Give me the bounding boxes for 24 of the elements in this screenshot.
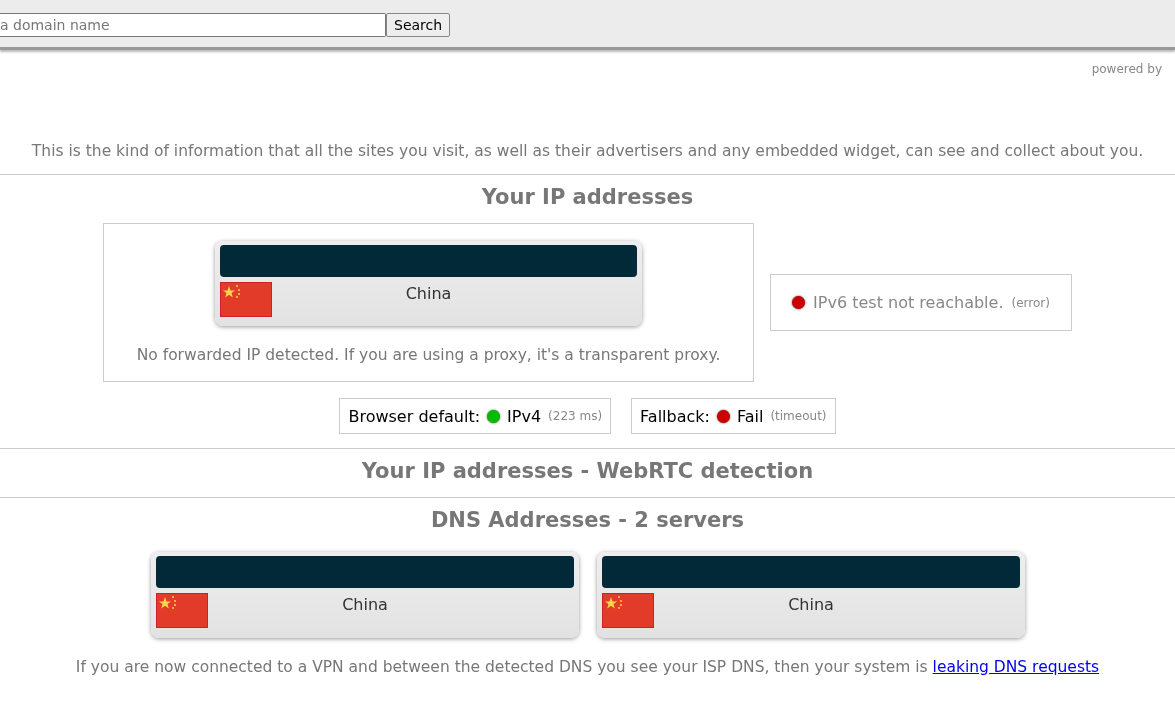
ipv6-detail: (error) (1011, 295, 1050, 310)
china-flag-icon (220, 282, 272, 317)
forwarded-note: No forwarded IP detected. If you are using a proxy, it's a transparent proxy. (136, 346, 721, 364)
intro-text: This is the kind of information that all the sites you visit, as well as their advertisers and any embedded widget, can see and collect about you. (30, 142, 1145, 160)
protocol-label: Browser default: (348, 406, 481, 426)
dns-leak-note: If you are now connected to a VPN and between the detected DNS you see your ISP DNS, then your system is (75, 658, 928, 676)
search-button[interactable]: Search (386, 13, 451, 37)
protocol-label: Fallback: (640, 406, 710, 426)
protocol-value: Fail (736, 406, 764, 426)
protocol-detail: (timeout) (770, 409, 827, 423)
protocol-detail: (223 ms) (548, 409, 603, 423)
section-heading: Your IP addresses - WebRTC detection (360, 459, 815, 483)
leak-link[interactable]: leaking DNS requests (932, 658, 1100, 676)
powered-by-label: powered by (1091, 62, 1162, 78)
search-field[interactable]: a domain name (0, 13, 386, 37)
country-label: China (787, 595, 835, 614)
china-flag-icon (156, 593, 208, 628)
country-label: China (341, 595, 389, 614)
protocol-value: IPv4 (507, 406, 542, 426)
china-flag-icon (602, 593, 654, 628)
ipv6-status: IPv6 test not reachable. (813, 293, 1004, 312)
section-heading: DNS Addresses - 2 servers (429, 508, 746, 532)
section-heading: Your IP addresses (480, 185, 695, 209)
country-label: China (404, 284, 453, 303)
